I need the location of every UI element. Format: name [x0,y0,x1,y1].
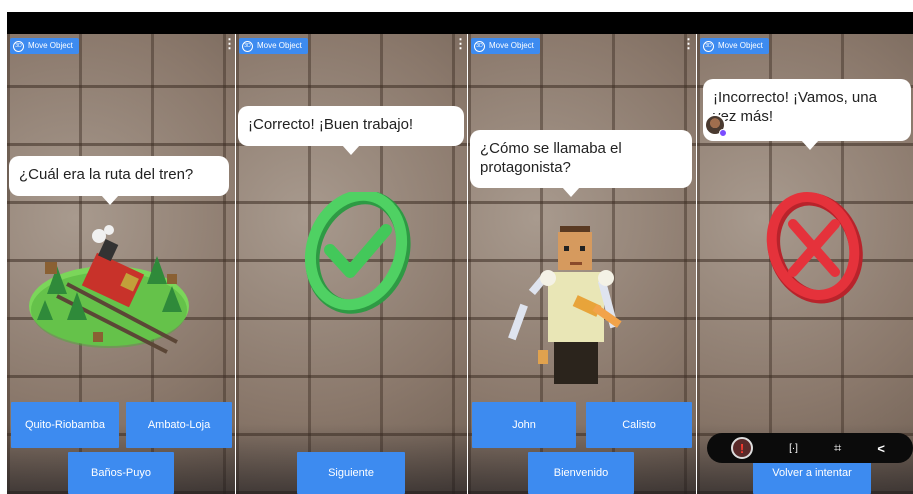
answer-calisto-button[interactable]: Calisto [586,402,692,448]
feedback-text: ¡Incorrecto! ¡Vamos, una vez más! [713,89,877,125]
messenger-badge-icon [719,129,727,137]
question-text: ¿Cómo se llamaba el protagonista? [480,140,622,176]
share-icon[interactable]: < [877,441,885,456]
ar-3d-icon: 3D [703,40,714,52]
record-button[interactable]: ! [731,437,754,459]
green-check-model[interactable] [300,192,420,314]
cross-icon [788,219,840,277]
move-object-button[interactable]: 3D Move Object [239,38,308,54]
ar-3d-icon: 3D [13,40,24,52]
character-legs [554,342,598,384]
move-object-label: Move Object [28,41,73,50]
move-object-button[interactable]: 3D Move Object [471,38,540,54]
answer-bienvenido-button[interactable]: Bienvenido [528,452,634,494]
red-cross-model[interactable] [761,190,871,310]
question-text: ¿Cuál era la ruta del tren? [19,166,194,183]
overflow-menu-icon[interactable]: ⋮ [223,36,235,52]
question-bubble: ¿Cómo se llamaba el protagonista? [470,130,692,197]
overflow-menu-icon[interactable]: ⋮ [682,36,695,52]
answer-banos-puyo-button[interactable]: Baños-Puyo [68,452,174,494]
move-object-button[interactable]: 3D Move Object [10,38,79,54]
answer-john-button[interactable]: John [472,402,576,448]
feedback-bubble: ¡Correcto! ¡Buen trabajo! [238,106,464,155]
check-icon [324,224,392,278]
screen-record-toolbar: ! [·] ⌗ < [707,433,913,463]
ar-3d-icon: 3D [242,40,253,52]
feedback-bubble: ¡Incorrecto! ¡Vamos, una vez más! [703,79,911,150]
screenshot-icon[interactable]: [·] [789,443,798,454]
ar-panel-train-question: 3D Move Object ⋮ ¿Cuál era la ruta del t… [7,34,235,494]
top-status-bar [7,12,913,34]
answer-quito-riobamba-button[interactable]: Quito-Riobamba [11,402,119,448]
ar-panel-correct-feedback: 3D Move Object ⋮ ¡Correcto! ¡Buen trabaj… [236,34,467,494]
feedback-text: ¡Correcto! ¡Buen trabajo! [248,116,414,133]
question-bubble: ¿Cuál era la ruta del tren? [9,156,229,205]
ar-panel-incorrect-feedback: 3D Move Object ¡Incorrecto! ¡Vamos, una … [697,34,913,494]
record-alert-icon: ! [739,440,745,456]
siguiente-button[interactable]: Siguiente [297,452,405,494]
move-object-button[interactable]: 3D Move Object [700,38,769,54]
move-object-label: Move Object [257,41,302,50]
ar-3d-icon: 3D [474,40,485,52]
overflow-menu-icon[interactable]: ⋮ [454,36,467,52]
move-object-label: Move Object [718,41,763,50]
ar-panel-protagonist-question: 3D Move Object ⋮ ¿Cómo se llamaba el pro… [468,34,696,494]
crop-icon[interactable]: ⌗ [834,440,841,456]
protagonist-character-model[interactable] [508,220,638,390]
train-diorama-model[interactable] [27,224,192,354]
answer-ambato-loja-button[interactable]: Ambato-Loja [126,402,232,448]
move-object-label: Move Object [489,41,534,50]
